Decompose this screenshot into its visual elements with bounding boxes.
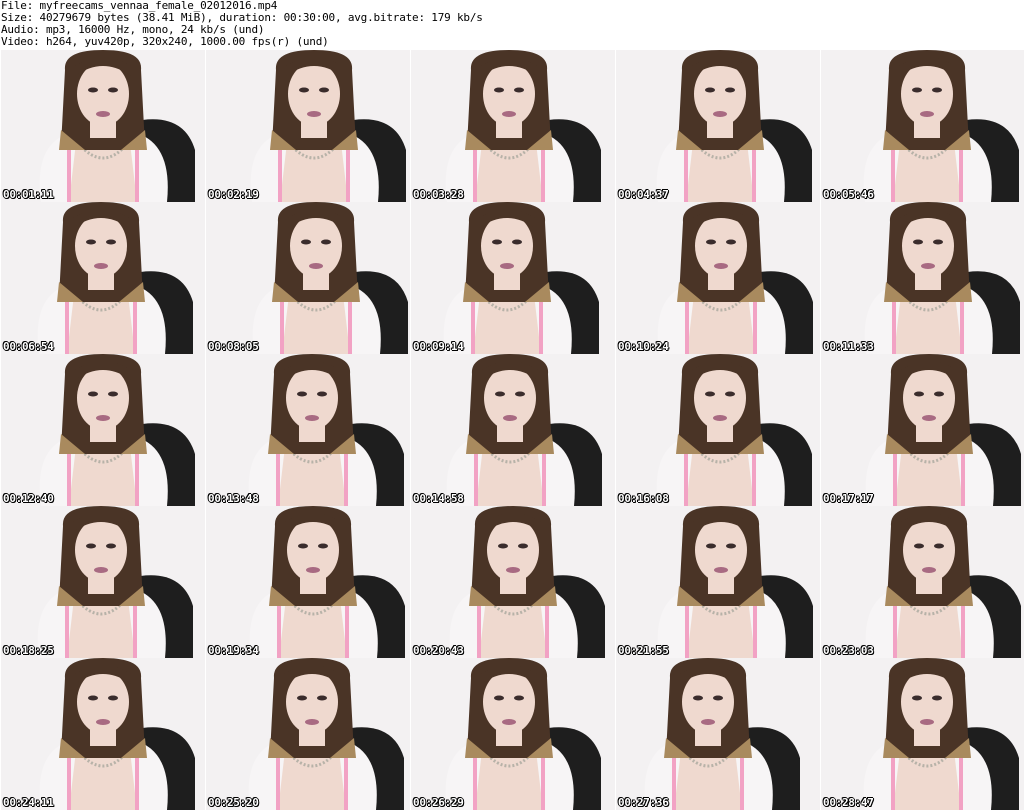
video-thumbnail: 00:20:43 xyxy=(411,506,615,658)
thumbnail-timestamp: 00:25:20 xyxy=(208,796,259,809)
thumbnail-timestamp: 00:01:11 xyxy=(3,188,54,201)
thumbnail-timestamp: 00:09:14 xyxy=(413,340,464,353)
video-thumbnail: 00:24:11 xyxy=(1,658,205,810)
frame-image xyxy=(1,354,205,506)
thumbnail-timestamp: 00:28:47 xyxy=(823,796,874,809)
thumbnail-timestamp: 00:04:37 xyxy=(618,188,669,201)
thumbnail-timestamp: 00:19:34 xyxy=(208,644,259,657)
video-thumbnail: 00:01:11 xyxy=(1,50,205,202)
thumbnail-timestamp: 00:10:24 xyxy=(618,340,669,353)
frame-image xyxy=(411,202,615,354)
video-thumbnail: 00:10:24 xyxy=(616,202,820,354)
frame-image xyxy=(821,354,1024,506)
thumbnail-timestamp: 00:12:40 xyxy=(3,492,54,505)
video-thumbnail: 00:09:14 xyxy=(411,202,615,354)
frame-image xyxy=(821,658,1024,810)
thumbnail-timestamp: 00:23:03 xyxy=(823,644,874,657)
video-thumbnail: 00:18:25 xyxy=(1,506,205,658)
video-thumbnail: 00:04:37 xyxy=(616,50,820,202)
thumbnail-timestamp: 00:24:11 xyxy=(3,796,54,809)
frame-image xyxy=(1,202,205,354)
frame-image xyxy=(206,658,410,810)
frame-image xyxy=(616,354,820,506)
video-thumbnail: 00:05:46 xyxy=(821,50,1024,202)
thumbnail-timestamp: 00:26:29 xyxy=(413,796,464,809)
video-thumbnail: 00:12:40 xyxy=(1,354,205,506)
thumbnail-timestamp: 00:13:48 xyxy=(208,492,259,505)
video-thumbnail: 00:11:33 xyxy=(821,202,1024,354)
frame-image xyxy=(616,202,820,354)
video-thumbnail: 00:16:08 xyxy=(616,354,820,506)
thumbnail-timestamp: 00:18:25 xyxy=(3,644,54,657)
video-thumbnail: 00:26:29 xyxy=(411,658,615,810)
thumbnail-timestamp: 00:05:46 xyxy=(823,188,874,201)
thumbnail-timestamp: 00:14:58 xyxy=(413,492,464,505)
thumbnail-timestamp: 00:03:28 xyxy=(413,188,464,201)
frame-image xyxy=(616,658,820,810)
frame-image xyxy=(411,506,615,658)
frame-image xyxy=(411,354,615,506)
video-thumbnail: 00:28:47 xyxy=(821,658,1024,810)
thumbnail-timestamp: 00:02:19 xyxy=(208,188,259,201)
thumbnail-timestamp: 00:11:33 xyxy=(823,340,874,353)
video-thumbnail: 00:02:19 xyxy=(206,50,410,202)
thumbnail-timestamp: 00:21:55 xyxy=(618,644,669,657)
frame-image xyxy=(821,202,1024,354)
thumbnail-timestamp: 00:08:05 xyxy=(208,340,259,353)
thumbnail-timestamp: 00:27:36 xyxy=(618,796,669,809)
video-thumbnail: 00:08:05 xyxy=(206,202,410,354)
thumbnail-timestamp: 00:06:54 xyxy=(3,340,54,353)
video-thumbnail: 00:23:03 xyxy=(821,506,1024,658)
frame-image xyxy=(206,50,410,202)
video-thumbnail: 00:25:20 xyxy=(206,658,410,810)
frame-image xyxy=(411,658,615,810)
video-thumbnail: 00:21:55 xyxy=(616,506,820,658)
frame-image xyxy=(616,50,820,202)
frame-image xyxy=(821,50,1024,202)
video-thumbnail: 00:13:48 xyxy=(206,354,410,506)
frame-image xyxy=(1,506,205,658)
video-info-line: Video: h264, yuv420p, 320x240, 1000.00 f… xyxy=(1,35,329,48)
thumbnail-timestamp: 00:17:17 xyxy=(823,492,874,505)
frame-image xyxy=(821,506,1024,658)
frame-image xyxy=(616,506,820,658)
video-thumbnail: 00:19:34 xyxy=(206,506,410,658)
file-info-header: File: myfreecams_vennaa_female_02012016.… xyxy=(1,0,1021,48)
frame-image xyxy=(1,50,205,202)
video-thumbnail: 00:06:54 xyxy=(1,202,205,354)
video-thumbnail: 00:27:36 xyxy=(616,658,820,810)
thumbnail-timestamp: 00:20:43 xyxy=(413,644,464,657)
frame-image xyxy=(206,506,410,658)
frame-image xyxy=(411,50,615,202)
video-thumbnail: 00:03:28 xyxy=(411,50,615,202)
video-thumbnail: 00:14:58 xyxy=(411,354,615,506)
video-thumbnail: 00:17:17 xyxy=(821,354,1024,506)
thumbnail-grid: 00:01:11 00:02:19 00:03:28 00:04:37 00:05:46… xyxy=(0,50,1024,810)
frame-image xyxy=(206,354,410,506)
thumbnail-timestamp: 00:16:08 xyxy=(618,492,669,505)
frame-image xyxy=(1,658,205,810)
frame-image xyxy=(206,202,410,354)
